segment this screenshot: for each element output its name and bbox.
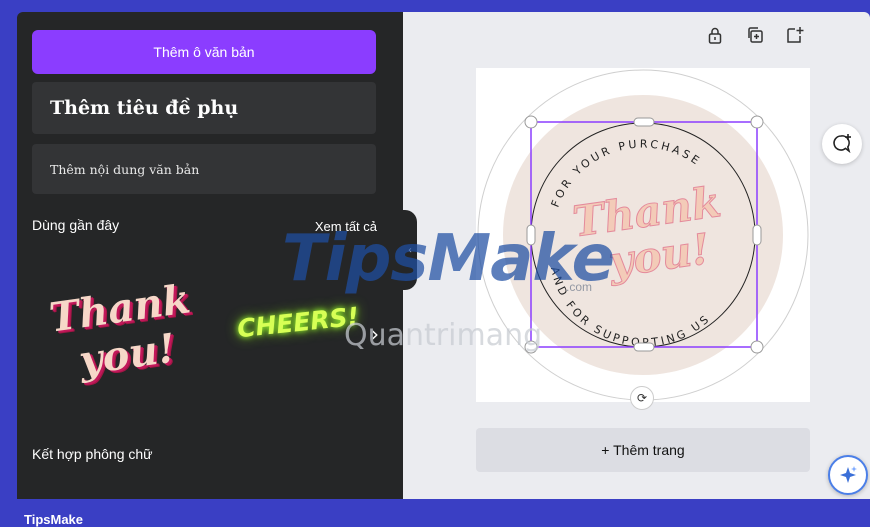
resize-handle-bottom-left[interactable] (524, 340, 538, 354)
see-all-link[interactable]: Xem tất cả (315, 219, 377, 234)
text-side-panel: Thêm ô văn bản Thêm tiêu đề phụ Thêm nội… (17, 12, 403, 499)
comment-add-icon[interactable] (822, 124, 862, 164)
resize-handle-bottom-right[interactable] (750, 340, 764, 354)
add-text-box-button[interactable]: Thêm ô văn bản (32, 30, 376, 74)
resize-handle-top[interactable] (633, 117, 655, 127)
add-body-text-button[interactable]: Thêm nội dung văn bản (32, 144, 376, 194)
sparkle-icon[interactable] (828, 455, 868, 495)
lock-icon[interactable] (706, 26, 724, 44)
add-page-icon[interactable] (786, 26, 804, 44)
recent-item-cheers[interactable]: CHEERS! (236, 302, 387, 358)
resize-handle-top-right[interactable] (750, 115, 764, 129)
top-frame-bar (0, 0, 870, 12)
collapse-panel-chevron-icon[interactable]: ‹ (403, 210, 417, 290)
design-page[interactable]: FOR YOUR PURCHASE AND FOR SUPPORTING US … (476, 68, 810, 402)
rotate-icon[interactable]: ⟳ (630, 386, 654, 410)
duplicate-icon[interactable] (746, 26, 764, 44)
cheers-text: CHEERS! (235, 301, 361, 344)
resize-handle-top-left[interactable] (524, 115, 538, 129)
footer-brand: TipsMake (24, 512, 84, 527)
recently-used-heading: Dùng gần đây (32, 217, 120, 233)
add-subtitle-button[interactable]: Thêm tiêu đề phụ (32, 82, 376, 134)
resize-handle-right[interactable] (752, 224, 762, 246)
resize-handle-bottom[interactable] (633, 342, 655, 352)
font-combinations-heading: Kết hợp phông chữ (32, 446, 153, 462)
resize-handle-left[interactable] (526, 224, 536, 246)
recent-item-thank-you[interactable]: Thank you! (39, 275, 209, 397)
bottom-frame-bar (0, 499, 870, 527)
add-page-button[interactable]: + Thêm trang (476, 428, 810, 472)
circle-stamp-design[interactable]: FOR YOUR PURCHASE AND FOR SUPPORTING US … (476, 68, 810, 402)
scroll-right-chevron-icon[interactable]: › (371, 322, 379, 346)
